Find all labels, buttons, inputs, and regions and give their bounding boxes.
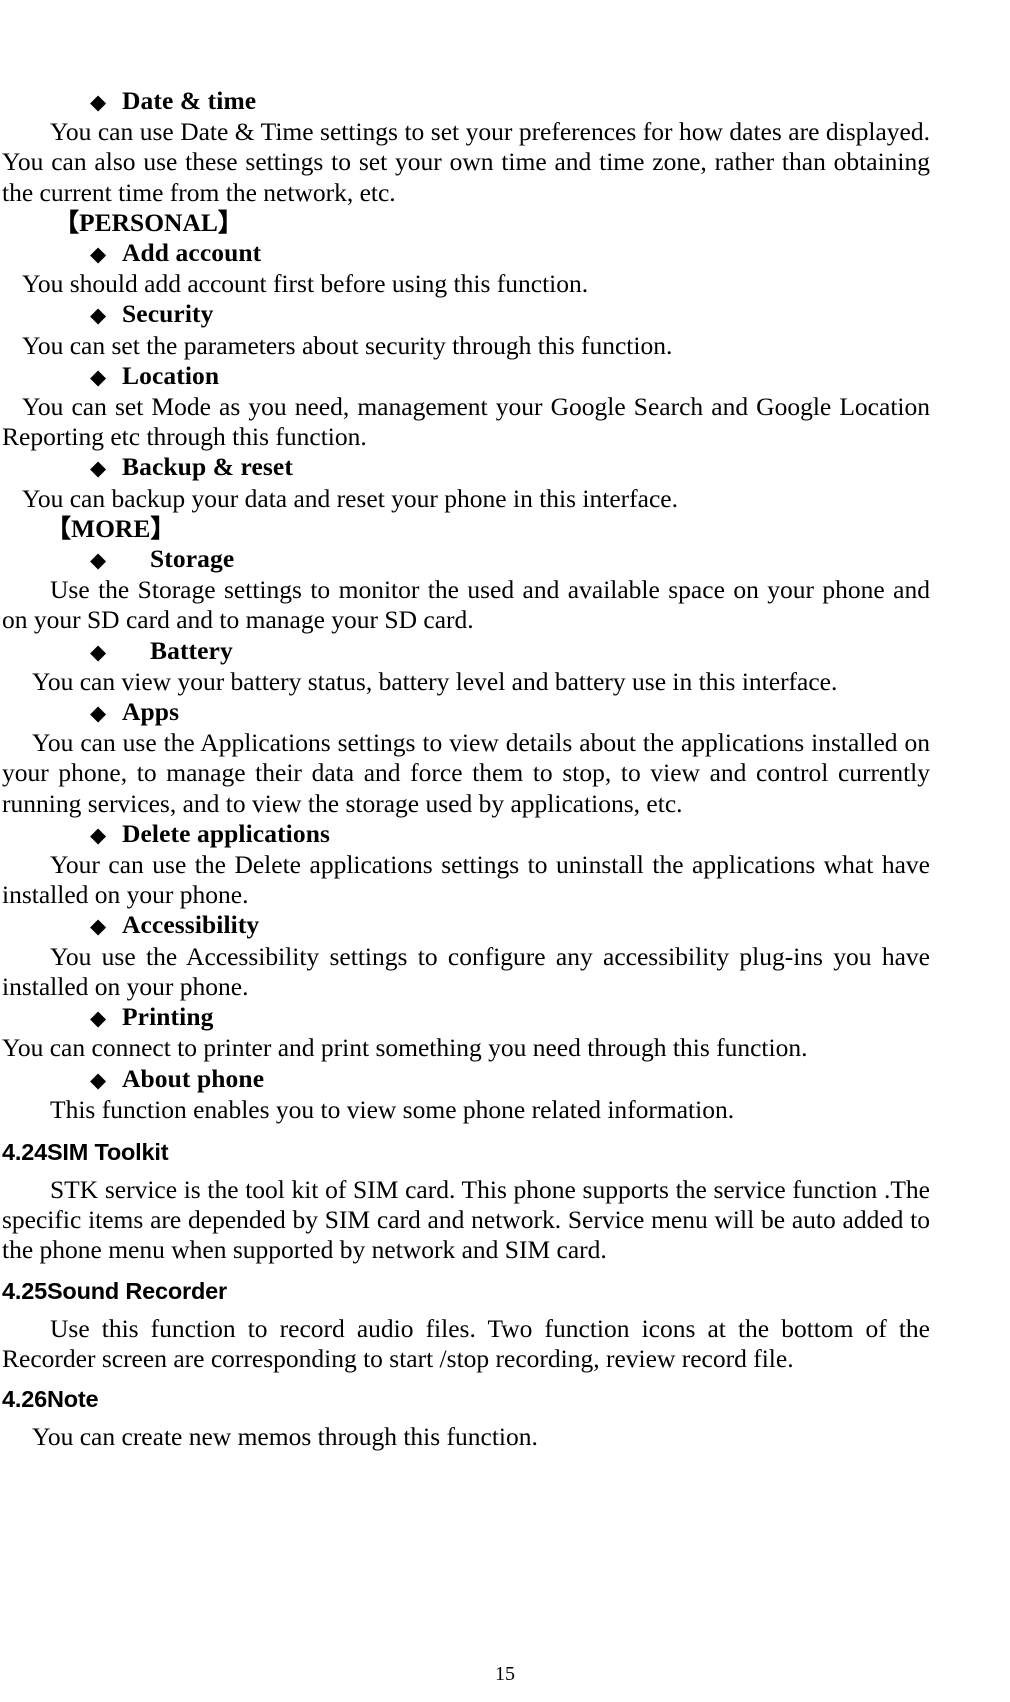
paragraph-note: You can create new memos through this fu… xyxy=(32,1421,538,1451)
section-heading-sound-recorder: 4.25Sound Recorder xyxy=(2,1277,227,1304)
diamond-bullet-icon: ◆ xyxy=(90,456,107,481)
diamond-bullet-icon: ◆ xyxy=(90,822,107,847)
paragraph-sound-recorder: Use this function to record audio files.… xyxy=(2,1313,930,1373)
bullet-item-about-phone: ◆ About phone xyxy=(2,1064,930,1095)
paragraph-security: You can set the parameters about securit… xyxy=(22,330,673,360)
bullet-item-battery: ◆ Battery xyxy=(2,636,930,667)
paragraph-battery: You can view your battery status, batter… xyxy=(32,666,838,696)
bullet-item-backup-reset: ◆ Backup & reset xyxy=(2,452,930,483)
bullet-label-battery: Battery xyxy=(150,635,233,665)
section-heading-sim-toolkit: 4.24SIM Toolkit xyxy=(2,1138,169,1165)
bullet-item-location: ◆ Location xyxy=(2,361,930,392)
paragraph-printing: You can connect to printer and print som… xyxy=(2,1033,808,1063)
section-heading-note: 4.26Note xyxy=(2,1385,99,1412)
manual-page: ◆ Date & time You can use Date & Time se… xyxy=(0,0,1010,1702)
bullet-label-apps: Apps xyxy=(122,697,180,727)
bracket-close-icon: 】 xyxy=(217,207,243,237)
bullet-label-add-account: Add account xyxy=(122,238,262,268)
bracket-close-icon: 】 xyxy=(150,513,176,543)
bullet-item-accessibility: ◆ Accessibility xyxy=(2,910,930,941)
paragraph-backup-reset: You can backup your data and reset your … xyxy=(22,483,678,513)
paragraph-location: You can set Mode as you need, management… xyxy=(2,392,930,452)
diamond-bullet-icon: ◆ xyxy=(90,303,107,328)
page-content: ◆ Date & time You can use Date & Time se… xyxy=(2,86,930,1452)
bullet-label-backup-reset: Backup & reset xyxy=(122,452,293,482)
diamond-bullet-icon: ◆ xyxy=(90,639,107,664)
bullet-item-printing: ◆ Printing xyxy=(2,1002,930,1033)
diamond-bullet-icon: ◆ xyxy=(90,242,107,267)
bullet-item-storage: ◆ Storage xyxy=(2,544,930,575)
bullet-label-printing: Printing xyxy=(122,1002,214,1032)
diamond-bullet-icon: ◆ xyxy=(90,914,107,939)
bullet-label-accessibility: Accessibility xyxy=(122,910,260,940)
bullet-label-about-phone: About phone xyxy=(122,1063,265,1093)
paragraph-add-account: You should add account first before usin… xyxy=(22,269,589,299)
bullet-label-location: Location xyxy=(122,360,220,390)
group-label-more: MORE xyxy=(71,513,151,543)
diamond-bullet-icon: ◆ xyxy=(90,701,107,726)
bullet-label-storage: Storage xyxy=(150,544,235,574)
paragraph-storage: Use the Storage settings to monitor the … xyxy=(2,575,930,635)
paragraph-accessibility: You use the Accessibility settings to co… xyxy=(2,941,930,1001)
group-heading-personal: 【PERSONAL】 xyxy=(2,208,930,238)
page-number: 15 xyxy=(495,1663,515,1685)
bullet-label-date-time: Date & time xyxy=(122,86,257,115)
bullet-label-security: Security xyxy=(122,299,214,329)
bullet-label-delete-applications: Delete applications xyxy=(122,818,331,848)
diamond-bullet-icon: ◆ xyxy=(90,1006,107,1031)
bullet-item-date-time: ◆ Date & time xyxy=(2,86,930,117)
paragraph-delete-applications: Your can use the Delete applications set… xyxy=(2,850,930,910)
bracket-open-icon: 【 xyxy=(54,207,80,237)
diamond-bullet-icon: ◆ xyxy=(90,548,107,573)
diamond-bullet-icon: ◆ xyxy=(90,90,107,114)
bullet-item-delete-applications: ◆ Delete applications xyxy=(2,819,930,850)
bullet-item-security: ◆ Security xyxy=(2,299,930,330)
paragraph-about-phone: This function enables you to view some p… xyxy=(50,1094,735,1124)
diamond-bullet-icon: ◆ xyxy=(90,1067,107,1092)
group-label-personal: PERSONAL xyxy=(79,207,218,237)
bullet-item-add-account: ◆ Add account xyxy=(2,238,930,269)
group-heading-more: 【MORE】 xyxy=(2,514,930,544)
paragraph-apps: You can use the Applications settings to… xyxy=(2,728,930,818)
paragraph-sim-toolkit: STK service is the tool kit of SIM card.… xyxy=(2,1174,930,1265)
bullet-item-apps: ◆ Apps xyxy=(2,697,930,728)
paragraph-date-time: You can use Date & Time settings to set … xyxy=(2,117,930,207)
bracket-open-icon: 【 xyxy=(46,513,72,543)
diamond-bullet-icon: ◆ xyxy=(90,364,107,389)
